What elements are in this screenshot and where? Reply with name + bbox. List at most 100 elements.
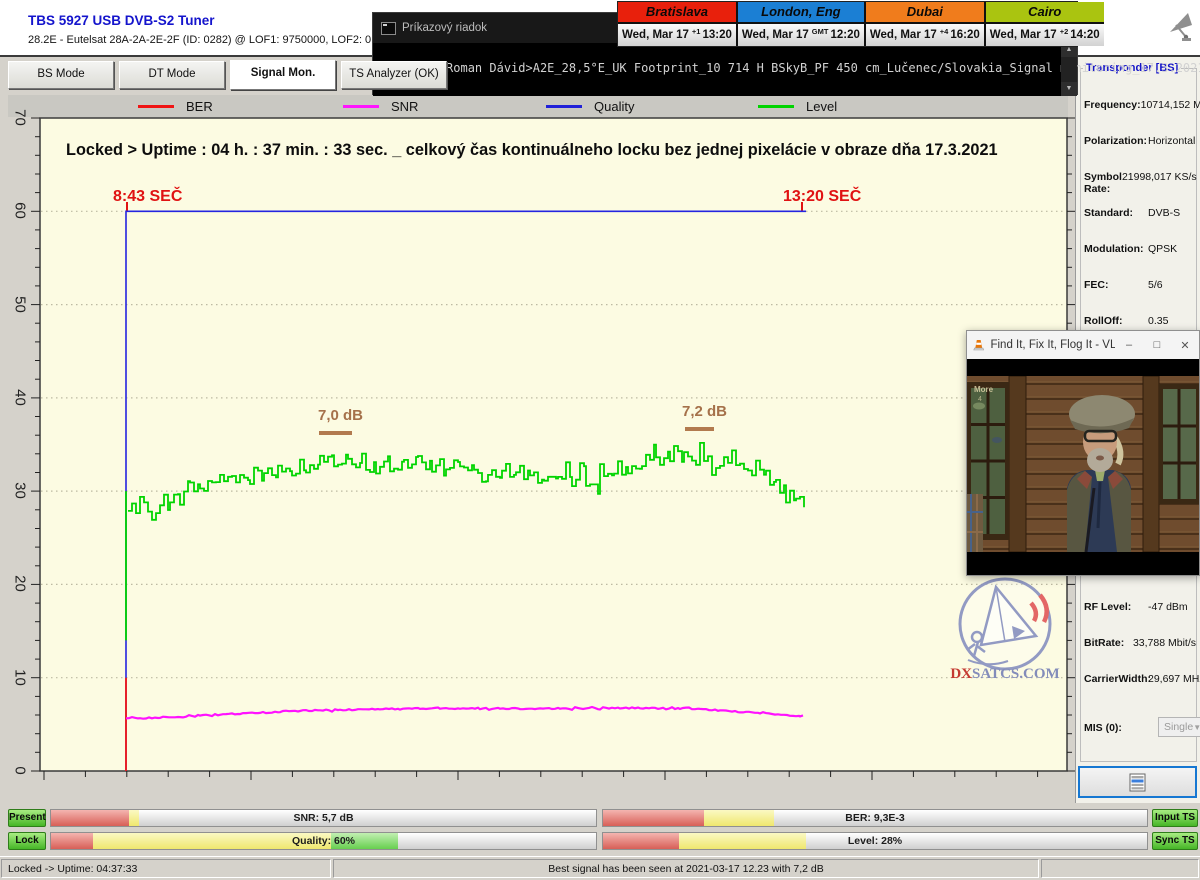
legend-item-ber: BER bbox=[138, 95, 213, 117]
legend-swatch bbox=[758, 105, 794, 108]
status-empty bbox=[1041, 859, 1199, 878]
mis-select[interactable]: Single ▼ bbox=[1158, 717, 1200, 737]
mis-row: MIS (0): Single ▼ bbox=[1084, 722, 1196, 734]
legend-item-snr: SNR bbox=[343, 95, 418, 117]
y-axis-label: 40 bbox=[12, 385, 29, 409]
uptime-annotation: Locked > Uptime : 04 h. : 37 min. : 33 s… bbox=[66, 141, 998, 160]
vlc-close-button[interactable]: ✕ bbox=[1171, 331, 1199, 359]
bar-value-label: SNR: 5,7 dB bbox=[51, 810, 596, 826]
tp-label: Frequency: bbox=[1084, 99, 1141, 111]
cmd-scrollbar[interactable]: ▲ ▼ bbox=[1061, 43, 1077, 96]
tp-value: 5/6 bbox=[1148, 279, 1163, 291]
indicator-button-sync-ts[interactable]: Sync TS bbox=[1152, 832, 1198, 850]
vlc-titlebar[interactable]: Find It, Fix It, Flog It - VLC me... – □… bbox=[967, 331, 1199, 359]
y-axis-label: 10 bbox=[12, 665, 29, 689]
transponder-list-button[interactable] bbox=[1078, 766, 1197, 798]
tp-label: BitRate: bbox=[1084, 637, 1133, 649]
tab-bs-mode[interactable]: BS Mode bbox=[8, 61, 114, 89]
bar-value-label: Quality: 60% bbox=[51, 833, 596, 849]
status-best-signal: Best signal has been seen at 2021-03-17 … bbox=[333, 859, 1039, 878]
satellite-dish-icon bbox=[1164, 10, 1196, 44]
legend-swatch bbox=[138, 105, 174, 108]
clock-london-eng: London, Eng Wed, Mar 17 GMT 12:20 bbox=[738, 2, 866, 46]
world-clocks: Bratislava Wed, Mar 17 +1 13:20 London, … bbox=[617, 1, 1078, 47]
app-subtitle: 28.2E - Eutelsat 28A-2A-2E-2F (ID: 0282)… bbox=[28, 34, 428, 46]
legend-swatch bbox=[343, 105, 379, 108]
clock-city: London, Eng bbox=[738, 2, 864, 24]
scroll-down-icon[interactable]: ▼ bbox=[1061, 82, 1077, 96]
clock-bratislava: Bratislava Wed, Mar 17 +1 13:20 bbox=[618, 2, 738, 46]
clock-city: Cairo bbox=[986, 2, 1104, 24]
y-axis-label: 70 bbox=[12, 106, 29, 130]
cmd-icon bbox=[381, 22, 396, 35]
tp-label: Standard: bbox=[1084, 207, 1148, 219]
tp-value: 10714,152 MHz bbox=[1141, 99, 1200, 111]
clock-utc-offset: +2 bbox=[1060, 27, 1069, 36]
legend-label: Quality bbox=[594, 99, 634, 114]
clock-city: Dubai bbox=[866, 2, 984, 24]
signal-chart bbox=[40, 118, 1067, 771]
watermark-dx: DX bbox=[950, 666, 972, 682]
mis-value: Single bbox=[1164, 721, 1193, 733]
svg-text:More: More bbox=[974, 385, 994, 394]
transponder-row-modulation: Modulation:QPSK bbox=[1084, 243, 1196, 255]
tab-ts-analyzer-ok-[interactable]: TS Analyzer (OK) bbox=[341, 61, 447, 89]
clock-date: Wed, Mar 17 bbox=[622, 29, 689, 41]
svg-text:4: 4 bbox=[978, 396, 982, 403]
transponder-row-symbolrate: Symbol Rate:21998,017 KS/s bbox=[1084, 171, 1196, 195]
vlc-window-title: Find It, Fix It, Flog It - VLC me... bbox=[990, 339, 1115, 351]
status-bar: Locked -> Uptime: 04:37:33 Best signal h… bbox=[0, 856, 1200, 880]
db-annotation-1: 7,0 dB bbox=[318, 407, 363, 424]
tp-label: FEC: bbox=[1084, 279, 1148, 291]
tp-value: QPSK bbox=[1148, 243, 1177, 255]
y-axis-label: 0 bbox=[12, 759, 29, 783]
tp-label: Symbol Rate: bbox=[1084, 171, 1122, 195]
app-title: TBS 5927 USB DVB-S2 Tuner bbox=[28, 13, 215, 28]
tp-label: CarrierWidth: bbox=[1084, 673, 1148, 685]
transponder-row-rflevel: RF Level:-47 dBm bbox=[1084, 601, 1196, 613]
transponder-row-standard: Standard:DVB-S bbox=[1084, 207, 1196, 219]
tp-value: Horizontal bbox=[1148, 135, 1195, 147]
tp-value: DVB-S bbox=[1148, 207, 1180, 219]
transponder-row-frequency: Frequency:10714,152 MHz bbox=[1084, 99, 1196, 111]
vlc-minimize-button[interactable]: – bbox=[1115, 331, 1143, 359]
indicator-button-lock[interactable]: Lock bbox=[8, 832, 46, 850]
indicator-button-input-ts[interactable]: Input TS bbox=[1152, 809, 1198, 827]
progress-bar-level: Level: 28% bbox=[602, 832, 1148, 850]
indicator-button-present[interactable]: Present bbox=[8, 809, 46, 827]
mis-label: MIS (0): bbox=[1084, 722, 1148, 734]
status-uptime: Locked -> Uptime: 04:37:33 bbox=[1, 859, 331, 878]
legend-swatch bbox=[546, 105, 582, 108]
tab-dt-mode[interactable]: DT Mode bbox=[119, 61, 225, 89]
watermark-rest: SATCS.COM bbox=[972, 666, 1060, 682]
bar-value-label: BER: 9,3E-3 bbox=[603, 810, 1147, 826]
progress-bar-snr: SNR: 5,7 dB bbox=[50, 809, 597, 827]
vlc-cone-icon bbox=[973, 337, 984, 353]
clock-time: 12:20 bbox=[830, 29, 859, 41]
progress-bar-quality: Quality: 60% bbox=[50, 832, 597, 850]
tp-value: 21998,017 KS/s bbox=[1122, 171, 1197, 195]
clock-utc-offset: +4 bbox=[940, 27, 949, 36]
legend-label: BER bbox=[186, 99, 213, 114]
bar-value-label: Level: 28% bbox=[603, 833, 1147, 849]
y-axis-label: 50 bbox=[12, 292, 29, 316]
legend-item-level: Level bbox=[758, 95, 837, 117]
transponder-row-fec: FEC:5/6 bbox=[1084, 279, 1196, 291]
start-time-label: 8:43 SEČ bbox=[113, 188, 182, 206]
clock-time: 14:20 bbox=[1070, 29, 1099, 41]
tab-signal-mon-[interactable]: Signal Mon. bbox=[230, 60, 336, 90]
tp-value: 0.35 bbox=[1148, 315, 1168, 327]
vlc-maximize-button[interactable]: □ bbox=[1143, 331, 1171, 359]
clock-dubai: Dubai Wed, Mar 17 +4 16:20 bbox=[866, 2, 986, 46]
vlc-video-area[interactable]: More 4 bbox=[967, 359, 1199, 575]
clock-cairo: Cairo Wed, Mar 17 +2 14:20 bbox=[986, 2, 1104, 46]
tp-value: 29,697 MHz bbox=[1148, 673, 1200, 685]
y-axis-label: 30 bbox=[12, 479, 29, 503]
svg-text:DXSATCS.COM: DXSATCS.COM bbox=[950, 666, 1059, 682]
screen: TBS 5927 USB DVB-S2 Tuner 28.2E - Eutels… bbox=[0, 0, 1200, 880]
end-time-label: 13:20 SEČ bbox=[783, 188, 861, 206]
y-axis-label: 20 bbox=[12, 572, 29, 596]
clock-date: Wed, Mar 17 bbox=[742, 29, 809, 41]
clock-time: 13:20 bbox=[702, 29, 731, 41]
clock-date: Wed, Mar 17 bbox=[870, 29, 937, 41]
